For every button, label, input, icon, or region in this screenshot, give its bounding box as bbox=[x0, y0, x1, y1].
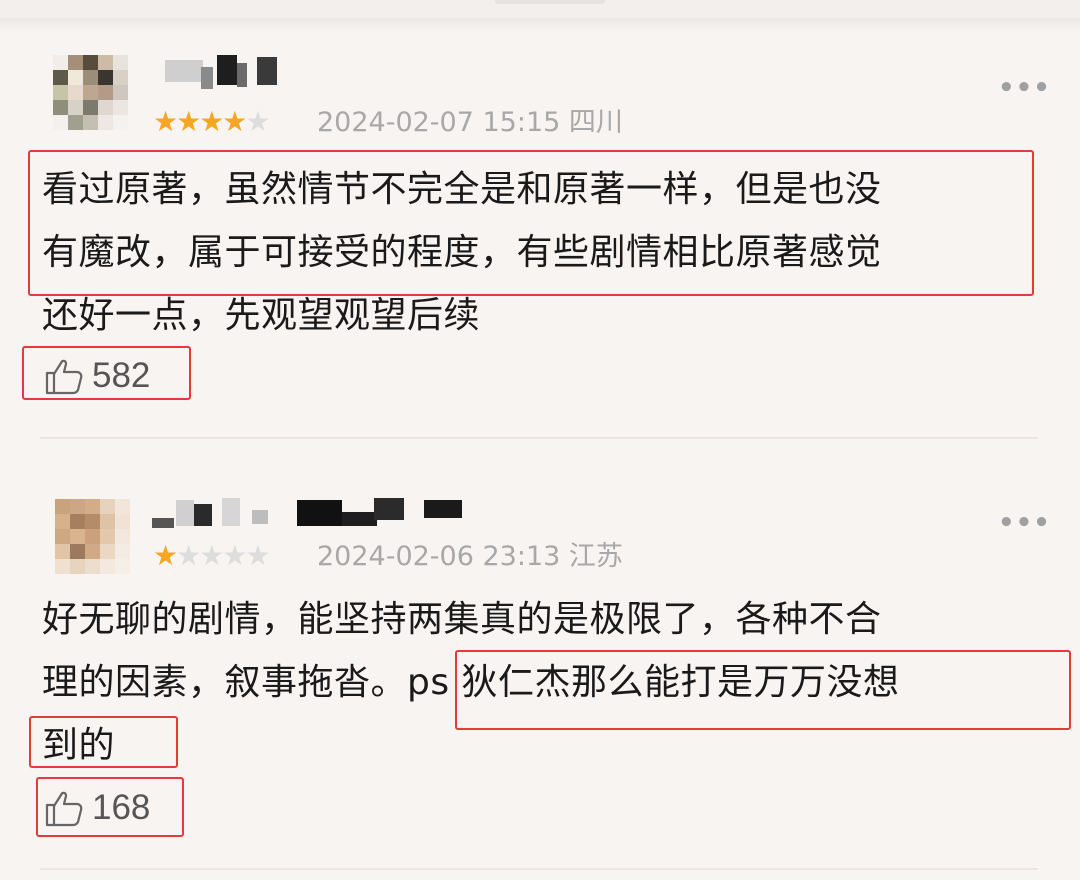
like-count: 582 bbox=[92, 356, 151, 395]
like-button[interactable]: 168 bbox=[44, 786, 150, 830]
username-redacted[interactable] bbox=[152, 496, 472, 530]
comment-text-line: 还好一点，先观望观望后续 bbox=[42, 295, 481, 336]
comment-text-line: 好无聊的剧情，能坚持两集真的是极限了，各种不合 bbox=[42, 599, 882, 640]
rating-stars: ★★★★★ bbox=[153, 539, 271, 572]
star-empty-icon: ★ bbox=[245, 105, 270, 138]
comment-timestamp: 2024-02-07 15:15 四川 bbox=[317, 107, 623, 138]
comment-text-line: 到的 bbox=[42, 725, 116, 766]
comment-text-line: 理的因素，叙事拖沓。ps 狄仁杰那么能打是万万没想 bbox=[42, 662, 900, 703]
rating-stars: ★★★★★ bbox=[153, 105, 271, 138]
more-dots-icon[interactable]: ••• bbox=[998, 75, 1051, 101]
comment-divider bbox=[40, 868, 1038, 870]
comment-timestamp: 2024-02-06 23:13 江苏 bbox=[317, 541, 623, 572]
comment-2: ★★★★★ 2024-02-06 23:13 江苏 ••• 好无聊的剧情，能坚持… bbox=[0, 440, 1080, 880]
like-count: 168 bbox=[92, 788, 151, 827]
more-dots-icon[interactable]: ••• bbox=[998, 510, 1051, 536]
comment-divider bbox=[40, 437, 1038, 439]
star-filled-icon: ★ bbox=[153, 539, 178, 572]
avatar[interactable] bbox=[53, 55, 128, 130]
star-filled-icon: ★★★★ bbox=[153, 105, 247, 138]
thumbs-up-icon bbox=[45, 359, 83, 395]
avatar[interactable] bbox=[55, 499, 130, 574]
username-redacted[interactable] bbox=[165, 55, 285, 89]
comment-1: ★★★★★ 2024-02-07 15:15 四川 ••• 看过原著，虽然情节不… bbox=[0, 0, 1080, 440]
comment-text-line: 看过原著，虽然情节不完全是和原著一样，但是也没 bbox=[42, 169, 882, 210]
comment-text: 看过原著，虽然情节不完全是和原著一样，但是也没 有魔改，属于可接受的程度，有些剧… bbox=[42, 158, 1042, 347]
like-button[interactable]: 582 bbox=[44, 354, 150, 398]
star-empty-icon: ★★★★ bbox=[176, 539, 270, 572]
comment-text-line: 有魔改，属于可接受的程度，有些剧情相比原著感觉 bbox=[42, 232, 882, 273]
comment-text: 好无聊的剧情，能坚持两集真的是极限了，各种不合 理的因素，叙事拖沓。ps 狄仁杰… bbox=[42, 588, 1042, 777]
thumbs-up-icon bbox=[45, 791, 83, 827]
